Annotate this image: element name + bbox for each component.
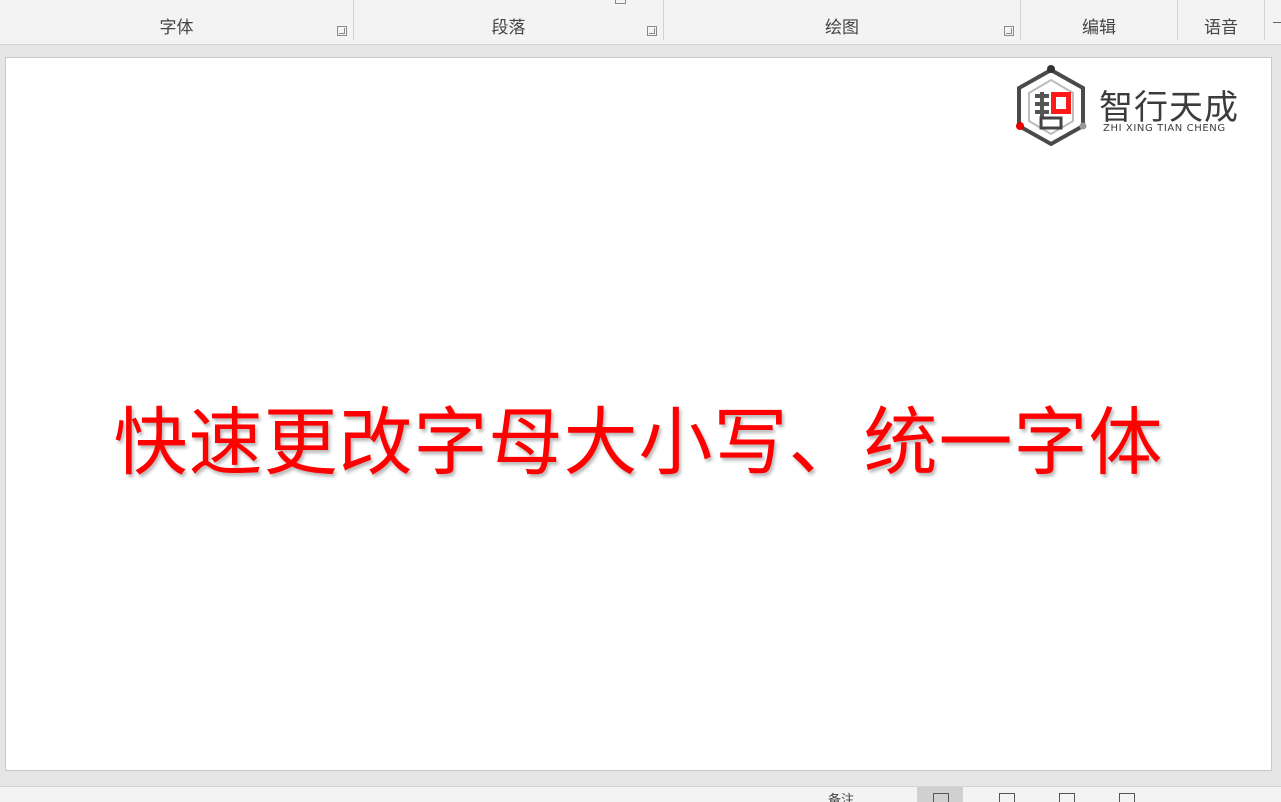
status-bar: 备注 xyxy=(0,786,1281,802)
column-layout-icon[interactable] xyxy=(615,0,626,4)
drawing-dialog-launcher-icon[interactable] xyxy=(1004,26,1014,36)
collapse-ribbon-icon[interactable] xyxy=(1273,22,1281,26)
slide-canvas: 智行天成 ZHI XING TIAN CHENG 快速更改字母大小写、统一字体 xyxy=(0,46,1281,786)
reading-view-button[interactable] xyxy=(1043,787,1089,802)
brand-logo: 智行天成 ZHI XING TIAN CHENG xyxy=(1011,64,1261,150)
paragraph-group-label: 段落 xyxy=(491,18,526,38)
brand-logo-mark-icon xyxy=(1016,65,1087,147)
notes-button[interactable]: 备注 xyxy=(828,789,854,802)
ribbon-group-labels: 字体 段落 绘图 编辑 语音 xyxy=(0,0,1281,45)
brand-name-chinese: 智行天成 xyxy=(1099,88,1239,128)
editing-group-label: 编辑 xyxy=(1082,18,1116,38)
font-group: 字体 xyxy=(0,0,354,40)
drawing-group-label: 绘图 xyxy=(825,18,859,38)
voice-group-label: 语音 xyxy=(1204,18,1238,38)
paragraph-dialog-launcher-icon[interactable] xyxy=(647,26,657,36)
slide[interactable]: 智行天成 ZHI XING TIAN CHENG 快速更改字母大小写、统一字体 xyxy=(5,57,1272,771)
slide-title[interactable]: 快速更改字母大小写、统一字体 xyxy=(6,383,1271,490)
normal-view-button[interactable] xyxy=(917,787,963,802)
brand-name-pinyin: ZHI XING TIAN CHENG xyxy=(1103,123,1226,134)
editing-group: 编辑 xyxy=(1021,0,1178,40)
font-dialog-launcher-icon[interactable] xyxy=(337,26,347,36)
font-group-label: 字体 xyxy=(159,18,194,38)
slide-sorter-view-button[interactable] xyxy=(983,787,1029,802)
drawing-group: 绘图 xyxy=(664,0,1021,40)
paragraph-group: 段落 xyxy=(354,0,664,40)
voice-group: 语音 xyxy=(1178,0,1265,40)
slideshow-view-button[interactable] xyxy=(1103,787,1149,802)
